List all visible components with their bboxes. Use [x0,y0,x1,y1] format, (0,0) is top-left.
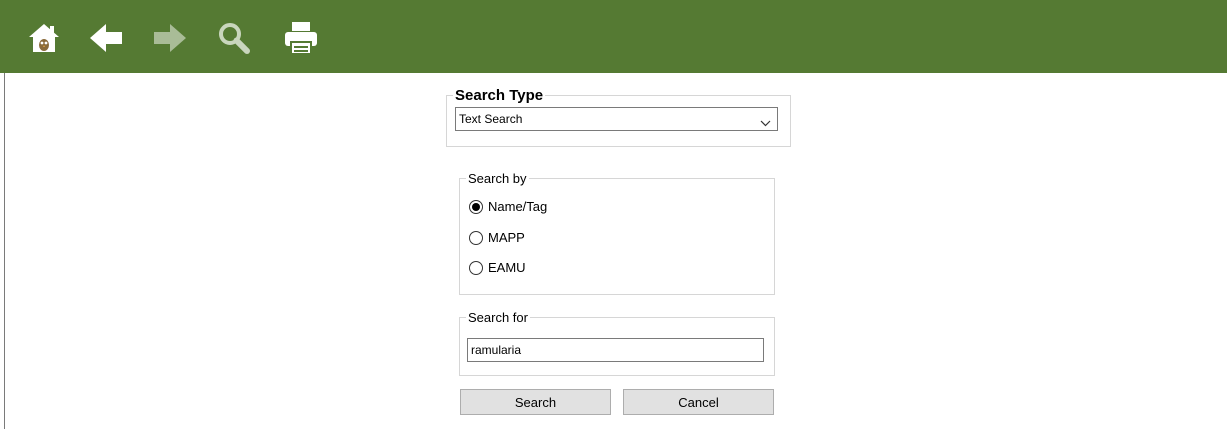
search-type-dropdown[interactable]: Text Search [455,107,778,131]
radio-name-tag[interactable]: Name/Tag [469,198,547,216]
cancel-button[interactable]: Cancel [623,389,774,415]
forward-button[interactable] [150,18,190,58]
radio-label: Name/Tag [488,199,548,214]
search-icon [217,21,251,55]
chevron-down-icon [760,115,771,130]
radio-button[interactable] [469,231,483,245]
home-button[interactable] [24,18,64,58]
search-for-legend: Search for [468,310,528,325]
back-button[interactable] [86,18,126,58]
search-for-input[interactable] [467,338,764,362]
radio-mapp[interactable]: MAPP [469,229,525,247]
toolbar [0,0,1227,73]
search-type-legend: Search Type [455,87,544,104]
radio-label: EAMU [488,260,526,275]
radio-label: MAPP [488,230,525,245]
radio-button[interactable] [469,261,483,275]
search-type-selected: Text Search [459,112,523,126]
search-toolbar-button[interactable] [214,18,254,58]
arrow-left-icon [88,22,124,54]
radio-eamu[interactable]: EAMU [469,259,526,277]
arrow-right-icon [152,22,188,54]
print-button[interactable] [281,18,321,58]
printer-icon [283,20,319,56]
search-button[interactable]: Search [460,389,611,415]
window-left-border [4,73,5,429]
home-icon [27,21,61,55]
search-by-legend: Search by [468,171,527,186]
radio-button[interactable] [469,200,483,214]
